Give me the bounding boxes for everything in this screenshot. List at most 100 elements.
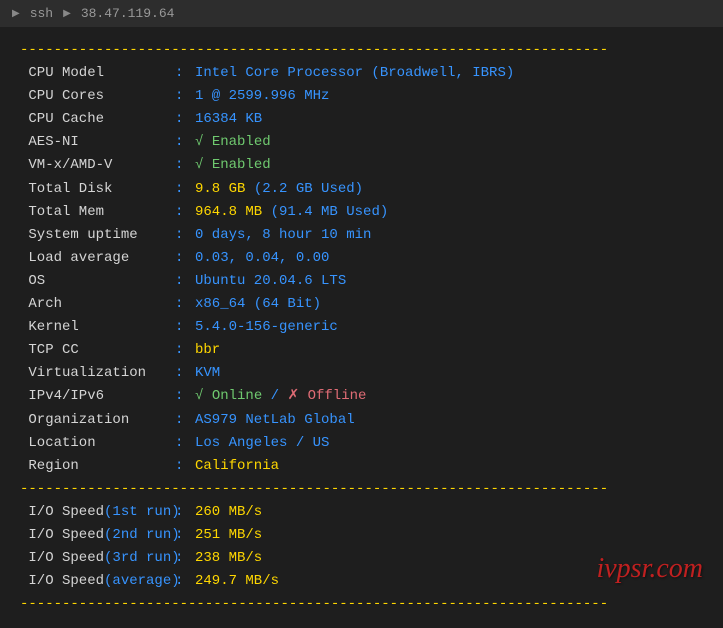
slash-separator: / (262, 385, 287, 408)
colon: : (175, 108, 195, 131)
row-value: Enabled (212, 154, 271, 177)
row-label: Location (20, 432, 175, 455)
colon: : (175, 385, 195, 408)
row-value: x86_64 (64 Bit) (195, 293, 321, 316)
info-row: Region: California (20, 455, 703, 478)
info-row: TCP CC: bbr (20, 339, 703, 362)
colon: : (175, 432, 195, 455)
row-value: 964.8 MB (195, 201, 262, 224)
row-label: Organization (20, 409, 175, 432)
row-label: Region (20, 455, 175, 478)
host-address: 38.47.119.64 (81, 6, 175, 21)
row-label: Total Mem (20, 201, 175, 224)
row-label: I/O Speed (20, 550, 104, 566)
prompt-prefix-icon: ▶ (12, 8, 20, 20)
row-label: I/O Speed (20, 573, 104, 589)
colon: : (175, 409, 195, 432)
colon: : (175, 362, 195, 385)
check-icon: √ (195, 154, 212, 177)
colon: : (175, 501, 195, 524)
io-row: I/O Speed(3rd run): 238 MB/s (20, 547, 703, 570)
info-row: CPU Model: Intel Core Processor (Broadwe… (20, 62, 703, 85)
io-row: I/O Speed(1st run): 260 MB/s (20, 501, 703, 524)
colon: : (175, 524, 195, 547)
info-row: CPU Cache: 16384 KB (20, 108, 703, 131)
row-label: IPv4/IPv6 (20, 385, 175, 408)
colon: : (175, 570, 195, 593)
io-value: 249.7 MB/s (195, 570, 279, 593)
colon: : (175, 62, 195, 85)
terminal-output[interactable]: ----------------------------------------… (0, 27, 723, 628)
row-label: Load average (20, 247, 175, 270)
colon: : (175, 247, 195, 270)
info-row: Organization: AS979 NetLab Global (20, 409, 703, 432)
row-value: Enabled (212, 131, 271, 154)
info-row: CPU Cores: 1 @ 2599.996 MHz (20, 85, 703, 108)
colon: : (175, 293, 195, 316)
row-value: 0 days, 8 hour 10 min (195, 224, 371, 247)
info-row: Virtualization: KVM (20, 362, 703, 385)
divider-line: ----------------------------------------… (20, 39, 703, 62)
row-label: CPU Cache (20, 108, 175, 131)
row-label: I/O Speed (20, 504, 104, 520)
row-value: 0.03, 0.04, 0.00 (195, 247, 329, 270)
divider-line: ----------------------------------------… (20, 593, 703, 616)
row-label: I/O Speed (20, 527, 104, 543)
ipv6-status: Offline (308, 385, 367, 408)
io-value: 260 MB/s (195, 501, 262, 524)
row-value: Los Angeles / US (195, 432, 329, 455)
cross-icon: ✗ (287, 385, 307, 408)
info-row: AES-NI: √ Enabled (20, 131, 703, 154)
row-label: Total Disk (20, 178, 175, 201)
colon: : (175, 178, 195, 201)
info-row: Arch: x86_64 (64 Bit) (20, 293, 703, 316)
colon: : (175, 270, 195, 293)
info-row: System uptime: 0 days, 8 hour 10 min (20, 224, 703, 247)
info-row: Kernel: 5.4.0-156-generic (20, 316, 703, 339)
row-label: Kernel (20, 316, 175, 339)
check-icon: √ (195, 385, 212, 408)
row-value: bbr (195, 339, 220, 362)
colon: : (175, 455, 195, 478)
colon: : (175, 316, 195, 339)
row-label: OS (20, 270, 175, 293)
info-row: VM-x/AMD-V: √ Enabled (20, 154, 703, 177)
ipv4-status: Online (212, 385, 262, 408)
colon: : (175, 547, 195, 570)
io-value: 238 MB/s (195, 547, 262, 570)
row-label: Arch (20, 293, 175, 316)
row-value: 5.4.0-156-generic (195, 316, 338, 339)
row-label: CPU Model (20, 62, 175, 85)
row-value: 9.8 GB (195, 178, 245, 201)
row-value: California (195, 455, 279, 478)
colon: : (175, 224, 195, 247)
divider-line: ----------------------------------------… (20, 478, 703, 501)
run-label: (3rd run) (104, 550, 180, 566)
io-row: I/O Speed(2nd run): 251 MB/s (20, 524, 703, 547)
row-value: Ubuntu 20.04.6 LTS (195, 270, 346, 293)
info-row: Location: Los Angeles / US (20, 432, 703, 455)
info-row: Total Mem: 964.8 MB (91.4 MB Used) (20, 201, 703, 224)
info-row: Load average: 0.03, 0.04, 0.00 (20, 247, 703, 270)
colon: : (175, 339, 195, 362)
colon: : (175, 131, 195, 154)
colon: : (175, 154, 195, 177)
info-row: Total Disk: 9.8 GB (2.2 GB Used) (20, 178, 703, 201)
row-label: VM-x/AMD-V (20, 154, 175, 177)
row-label: CPU Cores (20, 85, 175, 108)
row-label: TCP CC (20, 339, 175, 362)
separator-icon: ▶ (63, 8, 71, 20)
run-label: (average) (104, 573, 180, 589)
row-label: AES-NI (20, 131, 175, 154)
info-row: OS: Ubuntu 20.04.6 LTS (20, 270, 703, 293)
row-extra: (2.2 GB Used) (254, 178, 363, 201)
titlebar: ▶ ssh ▶ 38.47.119.64 (0, 0, 723, 27)
info-row: IPv4/IPv6: √ Online / ✗ Offline (20, 385, 703, 408)
colon: : (175, 201, 195, 224)
row-extra: (91.4 MB Used) (271, 201, 389, 224)
row-value: 1 @ 2599.996 MHz (195, 85, 329, 108)
row-value: 16384 KB (195, 108, 262, 131)
check-icon: √ (195, 131, 212, 154)
io-row: I/O Speed(average): 249.7 MB/s (20, 570, 703, 593)
run-label: (2nd run) (104, 527, 180, 543)
